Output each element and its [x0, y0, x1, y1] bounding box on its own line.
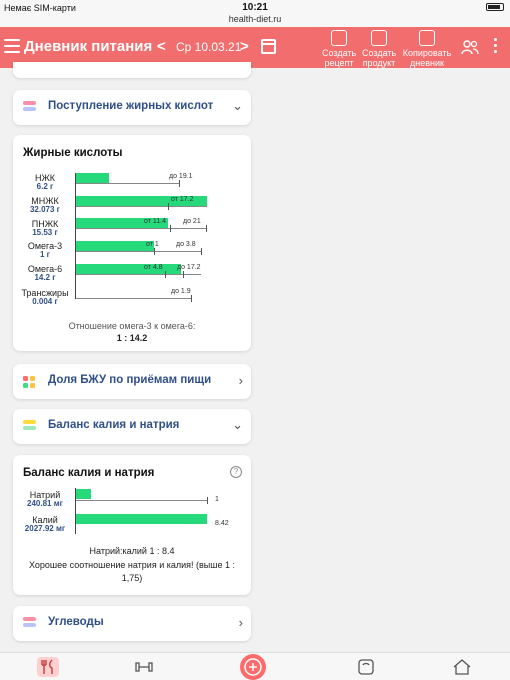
nutrient-value: 6.2 г	[36, 182, 54, 191]
carbs-section[interactable]: Углеводы ›	[13, 606, 251, 641]
help-icon[interactable]: ?	[230, 466, 242, 478]
nutrient-value: 2027.92 мг	[24, 524, 66, 533]
fatty-acids-section[interactable]: Поступление жирных кислот ⌄	[13, 90, 251, 125]
stripes-icon	[23, 617, 36, 629]
ref-tick	[154, 248, 155, 255]
bar-potassium	[76, 514, 207, 524]
ref-label: 1	[215, 496, 219, 503]
ref-label: от 4.8	[144, 264, 163, 271]
ref-line	[76, 251, 201, 252]
chevron-right-icon[interactable]: ›	[239, 373, 243, 388]
dumbbell-icon	[135, 662, 153, 672]
ref-tick	[207, 497, 208, 504]
more-options-icon[interactable]	[494, 38, 498, 56]
previous-card	[13, 62, 251, 78]
stripes-icon	[23, 101, 36, 113]
nutrient-value: 15.53 г	[32, 228, 58, 237]
kna-ratio: Натрий:калий 1 : 8.4	[89, 546, 175, 556]
ref-label: до 21	[183, 218, 201, 225]
copy-icon	[419, 30, 435, 46]
status-bar: Немає SIM-карти 10:21 health-diet.ru	[0, 0, 510, 27]
date-label[interactable]: Ср 10.03.21	[176, 40, 241, 54]
url-label[interactable]: health-diet.ru	[0, 14, 510, 24]
nutrient-value: 1 г	[39, 250, 50, 259]
ratio-value: 1 : 14.2	[116, 333, 148, 343]
ref-label: до 3.8	[176, 241, 196, 248]
create-recipe-button[interactable]: Создать рецепт	[322, 30, 356, 68]
bar-sodium	[76, 489, 91, 499]
ref-label: от 1	[146, 241, 159, 248]
tab-home[interactable]	[451, 657, 473, 677]
hamburger-menu-icon[interactable]	[4, 39, 20, 53]
ref-label: до 19.1	[169, 173, 193, 180]
prev-day-button[interactable]: <	[157, 38, 166, 55]
battery-icon	[486, 3, 504, 11]
ref-line	[76, 500, 207, 501]
ref-tick	[170, 225, 171, 232]
clock: 10:21	[242, 2, 268, 13]
nutrient-value: 240.81 мг	[27, 499, 63, 508]
ref-label: от 11.4	[144, 218, 166, 225]
nutrient-value: 32.073 г	[29, 205, 61, 214]
fork-knife-icon	[41, 659, 53, 674]
page-title: Дневник питания	[24, 38, 153, 55]
kna-balance-chart: Баланс калия и натрия ? Натрий 240.81 мг…	[13, 455, 251, 595]
ref-label: до 17.2	[177, 264, 201, 271]
fatty-acids-chart: Жирные кислоты НЖК 6.2 г до 19.1 МНЖК 32…	[13, 135, 251, 351]
ref-tick	[183, 271, 184, 278]
next-day-button[interactable]: >	[240, 38, 249, 55]
scales-icon	[358, 659, 374, 675]
plus-circle-icon	[244, 658, 262, 676]
ref-line	[76, 228, 206, 229]
users-icon[interactable]	[461, 39, 479, 55]
nutrient-value: 0.004 г	[32, 297, 58, 306]
calendar-icon[interactable]	[261, 39, 276, 54]
ratio-label: Отношение омега-3 к омега-6:	[68, 321, 196, 331]
fatty-acids-label: Поступление жирных кислот	[48, 100, 214, 112]
bar-omega3	[76, 241, 154, 251]
ref-line	[76, 183, 179, 184]
grid-dots-icon	[23, 375, 36, 388]
home-icon	[453, 659, 471, 675]
chevron-right-icon[interactable]: ›	[239, 615, 243, 630]
create-product-button[interactable]: Создать продукт	[362, 30, 396, 68]
ref-tick	[191, 295, 192, 302]
chevron-down-icon[interactable]: ⌄	[232, 98, 243, 114]
copy-diary-button[interactable]: Копировать дневник	[402, 30, 452, 68]
tab-workout[interactable]	[133, 657, 155, 677]
recipe-icon	[331, 30, 347, 46]
ref-label: 8.42	[215, 520, 229, 527]
kna-balance-section[interactable]: Баланс калия и натрия ⌄	[13, 409, 251, 444]
nutrient-value: 14.2 г	[34, 273, 56, 282]
product-icon	[371, 30, 387, 46]
kna-comment: Хорошее соотношение натрия и калия! (выш…	[29, 560, 235, 583]
bju-share-label: Доля БЖУ по приёмам пищи	[48, 374, 212, 386]
stripes-icon	[23, 420, 36, 432]
ref-label: от 17.2	[171, 196, 194, 203]
ref-tick	[201, 248, 202, 255]
ref-tick	[179, 180, 180, 187]
tab-scales[interactable]	[355, 657, 377, 677]
chevron-down-icon[interactable]: ⌄	[232, 417, 243, 433]
chart-title: Баланс калия и натрия	[23, 467, 155, 479]
status-icons	[486, 3, 504, 11]
tab-diary[interactable]	[37, 657, 59, 677]
ref-label: до 1.9	[171, 288, 191, 295]
bju-share-section[interactable]: Доля БЖУ по приёмам пищи ›	[13, 364, 251, 399]
ref-line	[76, 206, 207, 207]
chart-title: Жирные кислоты	[23, 147, 123, 159]
ref-tick	[168, 203, 169, 210]
ref-line	[76, 298, 191, 299]
ref-tick	[206, 225, 207, 232]
kna-balance-label: Баланс калия и натрия	[48, 419, 180, 431]
bottom-tab-bar	[0, 652, 510, 680]
bar-nzhk	[76, 173, 109, 183]
chart-axis	[75, 173, 76, 299]
add-button[interactable]	[240, 654, 266, 680]
carbs-label: Углеводы	[48, 616, 104, 628]
ref-tick	[165, 271, 166, 278]
